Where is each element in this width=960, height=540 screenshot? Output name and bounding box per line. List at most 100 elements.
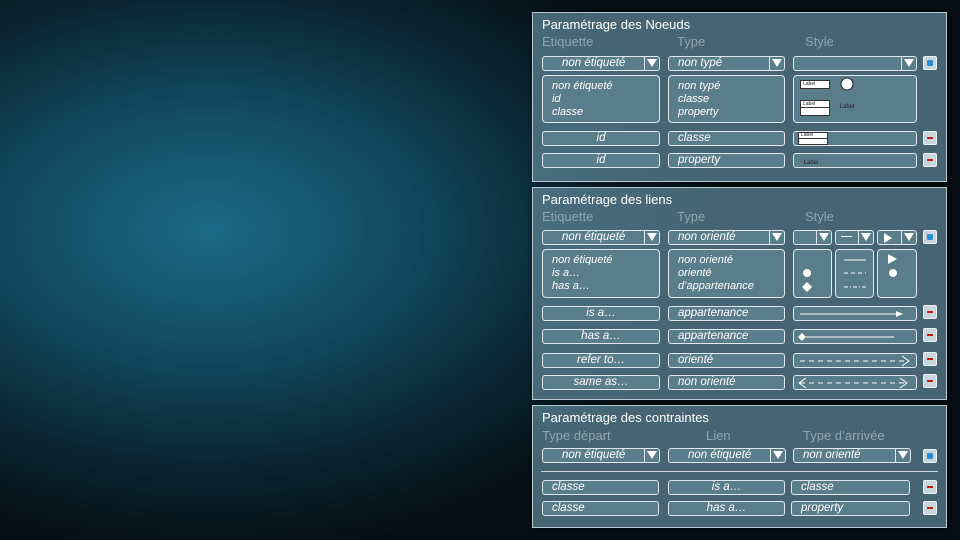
links-line-style-select[interactable]	[835, 230, 874, 245]
line-diamond-style	[798, 333, 894, 341]
links-row-label[interactable]: same as…	[542, 375, 660, 390]
links-line-style-options[interactable]	[835, 249, 874, 298]
dashed-line-icon[interactable]	[844, 272, 866, 274]
list-item[interactable]: non étiqueté	[552, 80, 659, 93]
nodes-type-select[interactable]: non typé	[668, 56, 785, 71]
nodes-label-select-value: non étiqueté	[562, 57, 626, 69]
diamond-icon[interactable]	[802, 282, 812, 292]
constraints-row-start[interactable]: classe	[542, 480, 659, 495]
solid-line-icon[interactable]	[844, 259, 866, 261]
links-type-options[interactable]: non orienté orienté d’appartenance	[668, 249, 785, 298]
links-row-type[interactable]: appartenance	[668, 329, 785, 344]
nodes-label-options[interactable]: non étiqueté id classe	[542, 75, 660, 123]
links-remove-button[interactable]	[923, 352, 937, 366]
nodes-style-select[interactable]	[793, 56, 917, 71]
links-row-label[interactable]: has a…	[542, 329, 660, 344]
dash-dot-line-icon[interactable]	[844, 286, 866, 288]
chevron-down-icon	[769, 57, 784, 70]
chevron-down-icon	[769, 231, 784, 244]
list-item[interactable]: non typé	[678, 80, 784, 93]
nodes-style-header: Style	[805, 34, 834, 49]
nodes-row-style[interactable]: · Label	[793, 153, 917, 168]
chevron-down-icon	[901, 57, 916, 70]
links-type-select-value: non orienté	[678, 231, 736, 243]
chevron-down-icon	[858, 231, 873, 244]
nodes-label-select[interactable]: non étiqueté	[542, 56, 660, 71]
constraints-end-select[interactable]: non orienté	[793, 448, 911, 463]
nodes-panel: Paramétrage des Noeuds Etiquette Type St…	[532, 12, 947, 182]
constraints-remove-button[interactable]	[923, 501, 937, 515]
links-remove-button[interactable]	[923, 305, 937, 319]
list-item[interactable]: orienté	[678, 267, 784, 280]
links-panel-title: Paramétrage des liens	[542, 192, 673, 207]
links-start-style-options[interactable]	[793, 249, 832, 298]
list-item[interactable]: non étiqueté	[552, 254, 659, 267]
links-end-style-select[interactable]	[877, 230, 917, 245]
dashed-double-arrow-style	[798, 377, 908, 389]
nodes-panel-title: Paramétrage des Noeuds	[542, 17, 691, 32]
nodes-row-label[interactable]: id	[542, 131, 660, 146]
chevron-down-icon	[644, 57, 659, 70]
links-row-style[interactable]	[793, 353, 917, 368]
nodes-row-label[interactable]: id	[542, 153, 660, 168]
links-row-style[interactable]	[793, 375, 917, 390]
constraints-add-button[interactable]	[923, 449, 937, 463]
nodes-type-options[interactable]: non typé classe property	[668, 75, 785, 123]
nodes-remove-button[interactable]	[923, 131, 937, 145]
links-add-button[interactable]	[923, 230, 937, 244]
list-item[interactable]: property	[678, 106, 784, 119]
constraints-remove-button[interactable]	[923, 480, 937, 494]
arrowhead-icon	[884, 233, 892, 243]
links-label-select-value: non étiqueté	[562, 231, 626, 243]
nodes-style-options[interactable]: Label Label · Label	[793, 75, 917, 123]
circle-icon[interactable]	[888, 268, 898, 278]
links-row-label[interactable]: refer to…	[542, 353, 660, 368]
links-label-select[interactable]: non étiqueté	[542, 230, 660, 245]
list-item[interactable]: d’appartenance	[678, 280, 784, 293]
links-start-style-select[interactable]	[793, 230, 832, 245]
list-item[interactable]: has a…	[552, 280, 659, 293]
style-option-label-box[interactable]: Label	[800, 80, 830, 89]
nodes-label-header: Etiquette	[542, 34, 594, 49]
constraints-start-select[interactable]: non étiqueté	[542, 448, 660, 463]
style-option-dot-label[interactable]: · Label	[836, 101, 854, 114]
links-style-header: Style	[805, 209, 834, 224]
links-row-type[interactable]: appartenance	[668, 306, 785, 321]
links-row-style[interactable]	[793, 306, 917, 321]
constraints-end-select-value: non orienté	[803, 449, 861, 461]
links-row-type[interactable]: non orienté	[668, 375, 785, 390]
links-row-style[interactable]	[793, 329, 917, 344]
links-end-style-options[interactable]	[877, 249, 917, 298]
list-item[interactable]: classe	[678, 93, 784, 106]
constraints-link-select[interactable]: non étiqueté	[668, 448, 786, 463]
nodes-remove-button[interactable]	[923, 153, 937, 167]
links-remove-button[interactable]	[923, 374, 937, 388]
links-remove-button[interactable]	[923, 328, 937, 342]
list-item[interactable]: is a…	[552, 267, 659, 280]
nodes-row-type[interactable]: classe	[668, 131, 785, 146]
links-type-select[interactable]: non orienté	[668, 230, 785, 245]
constraints-row-link[interactable]: has a…	[668, 501, 785, 516]
constraints-row-end[interactable]: property	[791, 501, 910, 516]
links-row-label[interactable]: is a…	[542, 306, 660, 321]
constraints-start-header: Type départ	[542, 428, 611, 443]
chevron-down-icon	[644, 449, 659, 462]
style-class-box: Label	[798, 132, 828, 145]
links-label-options[interactable]: non étiqueté is a… has a…	[542, 249, 660, 298]
list-item[interactable]: classe	[552, 106, 659, 119]
style-option-circle[interactable]	[840, 77, 854, 91]
constraints-row-start[interactable]: classe	[542, 501, 659, 516]
links-row-type[interactable]: orienté	[668, 353, 785, 368]
nodes-row-style[interactable]: Label	[793, 131, 917, 146]
list-item[interactable]: non orienté	[678, 254, 784, 267]
dot-label-text: Label	[803, 160, 819, 166]
style-option-class-box[interactable]: Label	[800, 100, 830, 116]
list-item[interactable]: id	[552, 93, 659, 106]
nodes-add-button[interactable]	[923, 56, 937, 70]
circle-icon[interactable]	[802, 268, 812, 278]
nodes-row-type[interactable]: property	[668, 153, 785, 168]
constraints-divider	[541, 471, 938, 472]
constraints-row-end[interactable]: classe	[791, 480, 910, 495]
constraints-row-link[interactable]: is a…	[668, 480, 785, 495]
arrowhead-icon[interactable]	[888, 254, 898, 264]
